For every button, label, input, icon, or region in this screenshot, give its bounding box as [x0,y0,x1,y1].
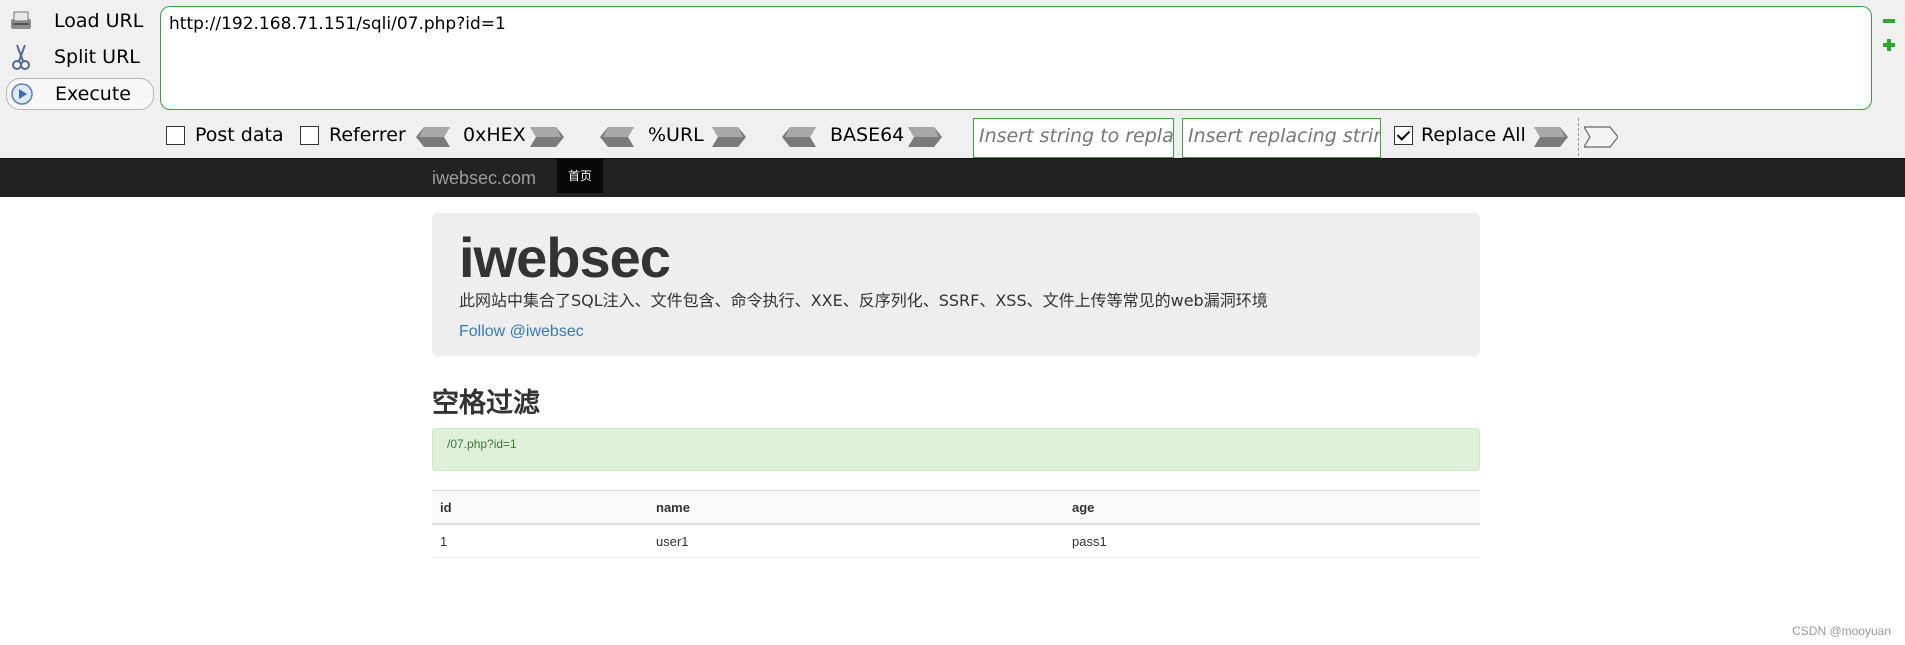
referrer-label: Referrer [329,124,406,146]
url-encode-arrow-icon[interactable] [712,126,746,148]
column-header-name: name [648,490,1064,525]
cell-age: pass1 [1064,524,1480,558]
referrer-checkbox[interactable] [300,126,319,145]
split-url-button[interactable]: Split URL [6,42,154,72]
post-data-checkbox[interactable] [166,126,185,145]
url-value: http://192.168.71.151/sqli/07.php?id=1 [169,14,506,34]
url-decode-arrow-icon[interactable] [600,126,634,148]
replace-all-label: Replace All [1421,124,1526,146]
cell-id: 1 [432,524,648,558]
url-encode-label: %URL [648,124,704,146]
site-navbar: iwebsec.com 首页 [0,158,1905,197]
hackbar-toolbar: Load URL Split URL Execute http://192.16… [0,0,1905,158]
scissors-icon [6,42,36,72]
site-title: iwebsec [459,226,671,289]
column-header-id: id [432,490,648,525]
load-url-icon [6,6,36,36]
execute-button[interactable]: Execute [6,78,154,110]
base64-decode-arrow-icon[interactable] [782,126,816,148]
jumbotron: iwebsec 此网站中集合了SQL注入、文件包含、命令执行、XXE、反序列化、… [432,213,1480,356]
load-url-label: Load URL [54,10,144,32]
hex-encode-arrow-icon[interactable] [530,126,564,148]
site-description: 此网站中集合了SQL注入、文件包含、命令执行、XXE、反序列化、SSRF、XSS… [459,291,1268,310]
replace-all-checkbox[interactable] [1394,126,1413,145]
results-table: id name age 1 user1 pass1 [432,490,1480,558]
watermark: CSDN @mooyuan [1792,624,1891,638]
replace-arrow-icon[interactable] [1534,126,1568,148]
navbar-brand[interactable]: iwebsec.com [432,168,536,189]
post-data-label: Post data [195,124,284,146]
base64-label: BASE64 [830,124,905,146]
url-textarea[interactable]: http://192.168.71.151/sqli/07.php?id=1 [160,6,1872,110]
load-url-button[interactable]: Load URL [6,6,154,36]
hex-label: 0xHEX [463,124,526,146]
follow-link[interactable]: Follow @iwebsec [459,323,584,341]
execute-label: Execute [55,83,131,105]
column-header-age: age [1064,490,1480,525]
play-icon [7,79,37,109]
expand-icon[interactable] [1882,38,1896,52]
shrink-icon[interactable] [1882,14,1896,28]
table-row: 1 user1 pass1 [432,524,1480,558]
replace-reverse-arrow-icon[interactable] [1582,126,1619,148]
cell-name: user1 [648,524,1064,558]
section-title: 空格过滤 [432,388,540,419]
split-url-label: Split URL [54,46,140,68]
query-alert: /07.php?id=1 [432,428,1480,471]
toolbar-divider [1578,118,1579,156]
hex-decode-arrow-icon[interactable] [416,126,450,148]
query-alert-text: /07.php?id=1 [447,437,517,451]
replacing-string-input[interactable]: Insert replacing string [1182,118,1381,158]
table-header-row: id name age [432,490,1480,525]
insert-string-input[interactable]: Insert string to replace [973,118,1174,158]
base64-encode-arrow-icon[interactable] [908,126,942,148]
nav-item-home[interactable]: 首页 [557,159,604,193]
